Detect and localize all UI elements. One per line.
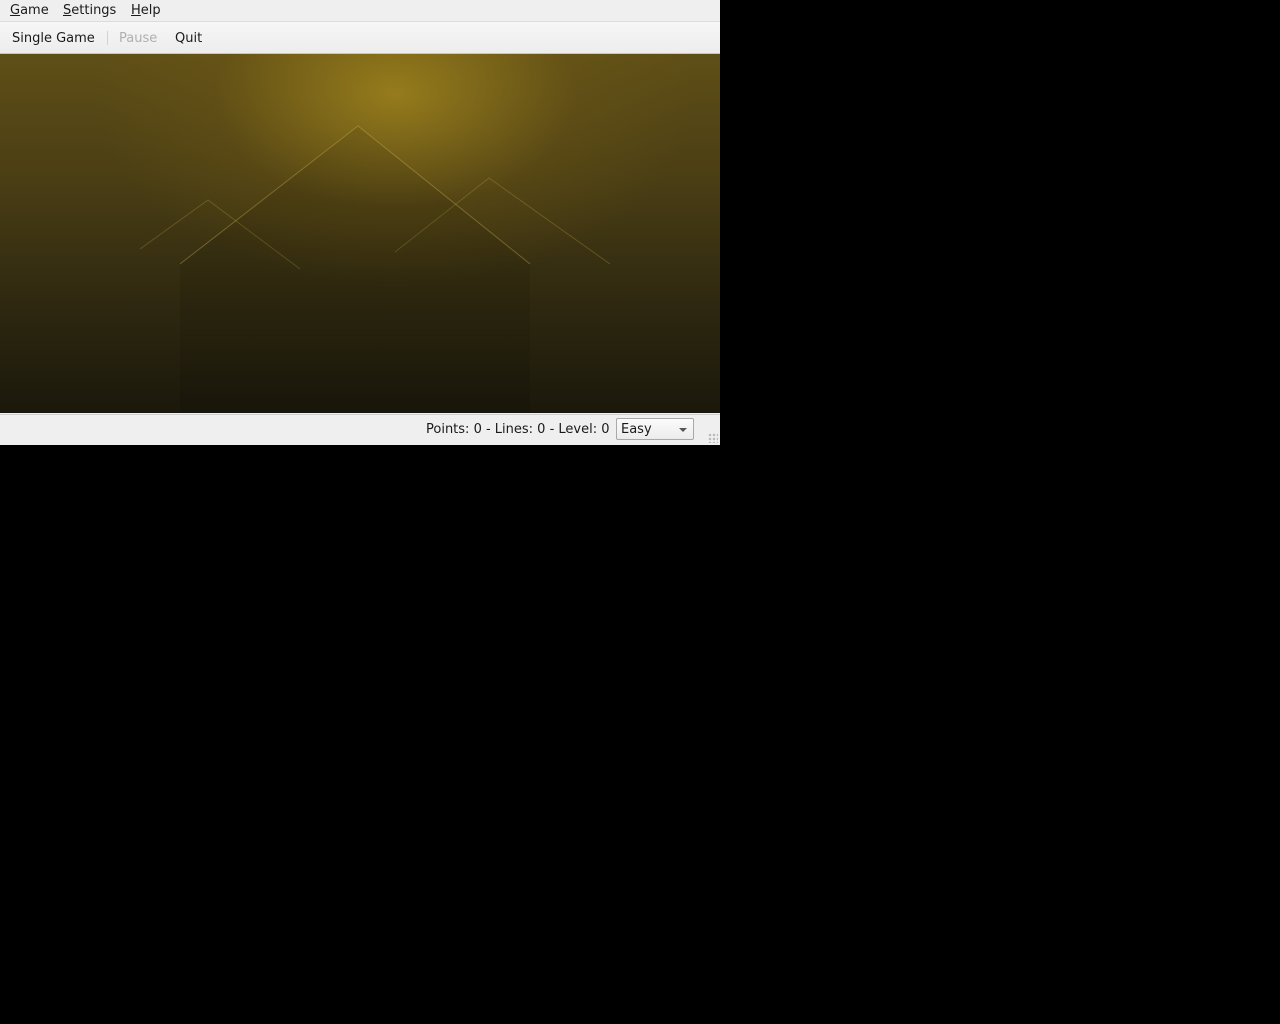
chevron-down-icon — [679, 428, 687, 432]
center-pyramid-shadow — [180, 126, 530, 413]
menu-game[interactable]: Game — [10, 3, 49, 18]
menu-bar: Game Settings Help — [0, 0, 720, 22]
score-status: Points: 0 - Lines: 0 - Level: 0 — [426, 422, 610, 437]
toolbar-separator — [107, 31, 108, 45]
pause-button[interactable]: Pause — [119, 31, 157, 46]
menu-game-mnemonic: G — [10, 3, 21, 18]
difficulty-value: Easy — [621, 422, 652, 437]
app-window: Game Settings Help Single Game Pause Qui… — [0, 0, 720, 445]
menu-help[interactable]: Help — [131, 3, 161, 18]
menu-settings[interactable]: Settings — [63, 3, 116, 18]
status-bar: Points: 0 - Lines: 0 - Level: 0 Easy — [0, 414, 720, 445]
resize-grip-icon[interactable] — [708, 433, 718, 443]
menu-help-mnemonic: H — [131, 3, 141, 18]
menu-game-label: ame — [20, 3, 49, 18]
menu-help-label: elp — [140, 3, 161, 18]
menu-settings-label: ettings — [71, 3, 117, 18]
pyramid-background — [139, 125, 611, 413]
game-board[interactable] — [0, 54, 720, 413]
toolbar: Single Game Pause Quit — [0, 22, 720, 54]
single-game-button[interactable]: Single Game — [12, 31, 95, 46]
quit-button[interactable]: Quit — [175, 31, 202, 46]
difficulty-select[interactable]: Easy — [616, 418, 694, 440]
